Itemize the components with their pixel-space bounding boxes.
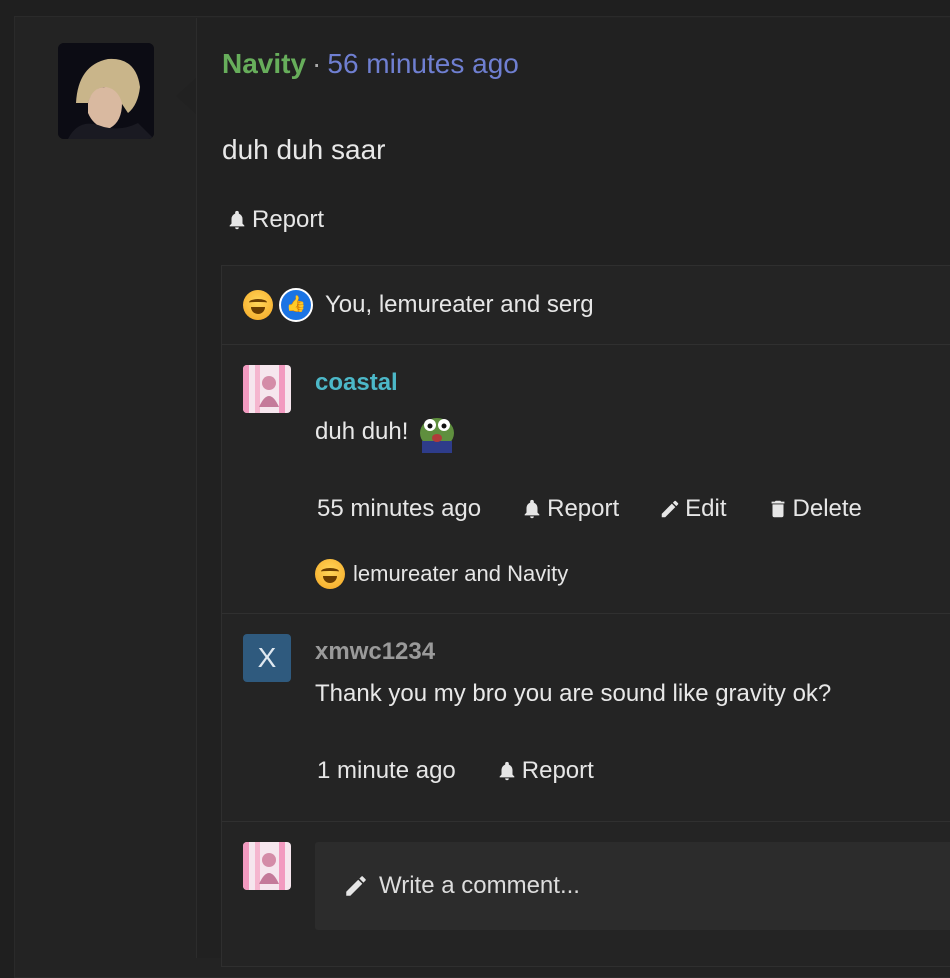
report-label: Report [547, 495, 620, 522]
edit-label: Edit [685, 495, 727, 522]
author-avatar[interactable] [58, 43, 154, 139]
trash-icon [771, 500, 784, 518]
post-pointer [176, 78, 196, 114]
report-label: Report [521, 757, 594, 784]
commenter-avatar[interactable]: X [243, 634, 291, 682]
post-header: Navity · 56 minutes ago [222, 48, 519, 80]
avatar-image [243, 365, 291, 413]
comment-time[interactable]: 55 minutes ago [317, 495, 481, 523]
comment-actions: 55 minutes ago Report Edit Delete [317, 495, 862, 523]
post-author[interactable]: Navity [222, 48, 306, 79]
pencil-icon [661, 500, 679, 518]
comment-body: Thank you my bro you are sound like grav… [315, 680, 831, 708]
bell-icon [524, 499, 540, 519]
avatar-image [58, 43, 154, 139]
bell-icon [499, 761, 515, 781]
comment-report-button[interactable]: Report [496, 757, 594, 785]
reactions-row[interactable]: 👍 You, lemureater and serg [222, 266, 950, 345]
comment-time[interactable]: 1 minute ago [317, 757, 456, 785]
write-comment-input[interactable]: Write a comment... [315, 842, 950, 930]
bell-icon [229, 210, 245, 230]
current-user-avatar [243, 842, 291, 890]
comment-author[interactable]: coastal [315, 369, 398, 397]
delete-label: Delete [792, 495, 862, 522]
comment-item: coastal duh duh! 55 minutes ago Report E… [222, 345, 950, 614]
comment-text: duh duh! [315, 418, 409, 445]
comment-item: X xmwc1234 Thank you my bro you are soun… [222, 614, 950, 822]
comment-reaction-summary: lemureater and Navity [353, 561, 569, 586]
comment-delete-button[interactable]: Delete [767, 495, 862, 523]
comment-placeholder: Write a comment... [379, 872, 580, 899]
comment-actions: 1 minute ago Report [317, 757, 594, 785]
pencil-icon [346, 876, 366, 896]
comment-report-button[interactable]: Report [521, 495, 619, 523]
separator-dot: · [312, 48, 322, 79]
comment-author[interactable]: xmwc1234 [315, 638, 435, 666]
laughing-crying-emoji-icon [315, 559, 345, 589]
report-label: Report [252, 206, 325, 233]
pepe-emoji-icon [420, 418, 455, 453]
reaction-summary: You, lemureater and serg [325, 291, 594, 318]
commenter-avatar[interactable] [243, 365, 291, 413]
comment-body: duh duh! [315, 411, 458, 453]
comment-text: Thank you my bro you are sound like grav… [315, 680, 832, 707]
avatar-image [243, 842, 291, 890]
post-report-button[interactable]: Report [226, 206, 324, 234]
post-body: duh duh saar [222, 134, 386, 165]
laughing-crying-emoji-icon [243, 290, 273, 320]
comment-reactions[interactable]: lemureater and Navity [315, 559, 568, 589]
post-time-link[interactable]: 56 minutes ago [327, 48, 518, 79]
thumbs-up-emoji-icon: 👍 [279, 288, 313, 322]
comment-composer: Write a comment... [222, 822, 950, 952]
comment-edit-button[interactable]: Edit [659, 495, 727, 523]
